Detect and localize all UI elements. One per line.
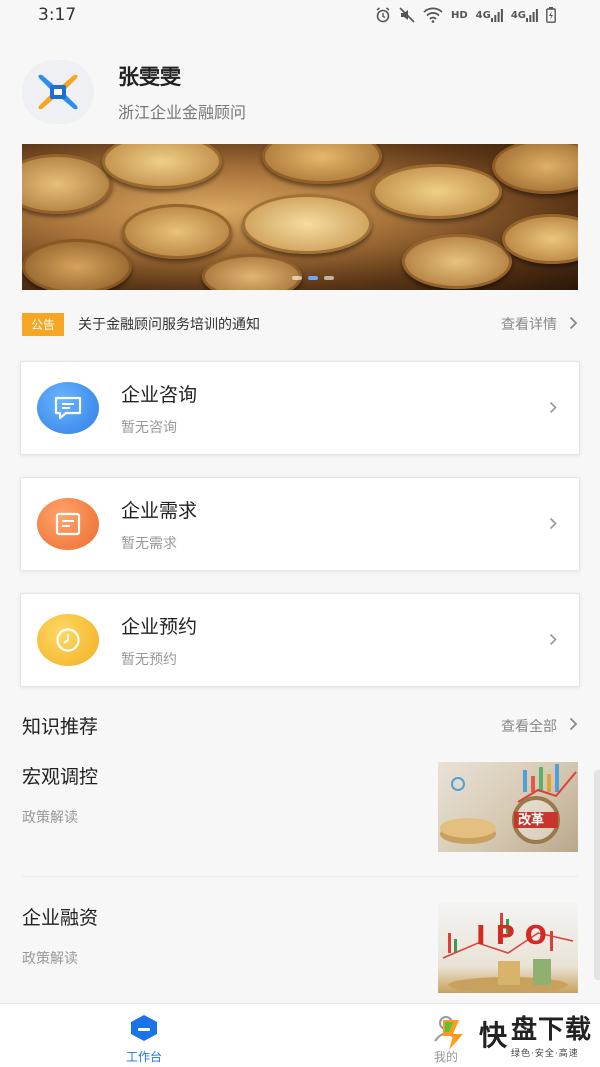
section-title: 知识推荐 [22,716,99,738]
chevron-right-icon [549,630,557,651]
alarm-icon [375,7,391,23]
chevron-right-icon [549,398,557,419]
card-title: 企业预约 [121,615,198,638]
signal-icon-2: 4G [511,8,538,22]
article-thumbnail[interactable]: IPO [438,903,578,993]
profile-header[interactable]: 张雯雯 浙江企业金融顾问 [22,60,246,124]
app-logo-icon [38,74,78,110]
profile-role: 浙江企业金融顾问 [118,103,247,122]
network-label-1: 4G [475,9,491,21]
hd-label: HD [450,9,468,21]
chevron-right-icon [569,314,578,335]
workbench-icon [131,1015,157,1041]
card-enterprise-appointment[interactable]: 企业预约 暂无预约 [20,593,580,687]
tab-workbench[interactable]: 工作台 [126,1014,162,1065]
divider [22,876,578,877]
carousel-dot[interactable] [324,276,334,280]
carousel-indicators [292,276,334,280]
scrollbar[interactable] [594,770,600,980]
view-all-link[interactable]: 查看全部 [501,716,557,736]
watermark-brand: 快 [478,1019,507,1052]
banner-coin [402,234,512,289]
card-subtitle: 暂无咨询 [121,419,177,436]
avatar[interactable] [22,60,94,124]
knowledge-header: 知识推荐 查看全部 [22,712,578,739]
form-icon [37,498,99,550]
watermark-logo-icon [439,1016,479,1052]
bottom-tab-bar: 工作台 我的 快 盘下载 绿色·安全·高速 [0,1003,600,1067]
banner-coin [242,194,372,254]
mute-icon [399,7,415,23]
banner-coin [262,144,382,184]
carousel-dot-active[interactable] [308,276,318,280]
chevron-right-icon [549,514,557,535]
banner-coin [22,154,112,214]
signal-icon-1: 4G [476,8,503,22]
watermark-main: 盘下载 [510,1015,592,1045]
thumbnail-illustration [440,764,577,844]
notice-more-link[interactable]: 查看详情 [501,314,557,334]
banner-coin [372,164,502,219]
card-subtitle: 暂无预约 [121,651,177,668]
status-bar: 3:17 HD 4G 4G [0,0,600,30]
banner-coin [202,254,302,290]
status-icons: HD 4G 4G [375,7,556,23]
banner-coin [122,204,232,259]
notice-bar[interactable]: 公告 关于金融顾问服务培训的通知 查看详情 [22,312,578,336]
clock-icon [37,614,99,666]
chevron-right-icon [569,715,578,736]
banner-coin [492,144,578,194]
banner-coin [102,144,222,189]
article-item[interactable]: 宏观调控 政策解读 改革 [22,762,578,854]
banner-coin [22,239,132,290]
chat-icon [37,382,99,434]
network-label-2: 4G [510,9,526,21]
card-enterprise-demand[interactable]: 企业需求 暂无需求 [20,477,580,571]
tab-label: 工作台 [126,1050,163,1064]
article-item[interactable]: 企业融资 政策解读 IPO [22,903,578,995]
notice-tag: 公告 [22,312,65,336]
battery-icon [546,7,556,23]
watermark: 快 盘下载 绿色·安全·高速 [439,1009,592,1059]
thumbnail-text: 改革 [518,813,545,828]
article-thumbnail[interactable]: 改革 [438,762,578,852]
card-subtitle: 暂无需求 [121,535,177,552]
notice-text[interactable]: 关于金融顾问服务培训的通知 [78,314,501,334]
card-title: 企业需求 [121,499,198,522]
profile-name: 张雯雯 [118,65,181,89]
wifi-icon [423,7,443,23]
status-time: 3:17 [38,5,77,25]
watermark-slogan: 绿色·安全·高速 [510,1049,579,1059]
carousel-dot[interactable] [292,276,302,280]
banner-carousel[interactable] [22,144,578,290]
card-title: 企业咨询 [121,383,198,406]
banner-coin [502,214,578,264]
thumbnail-text: IPO [476,921,557,951]
card-enterprise-consult[interactable]: 企业咨询 暂无咨询 [20,361,580,455]
